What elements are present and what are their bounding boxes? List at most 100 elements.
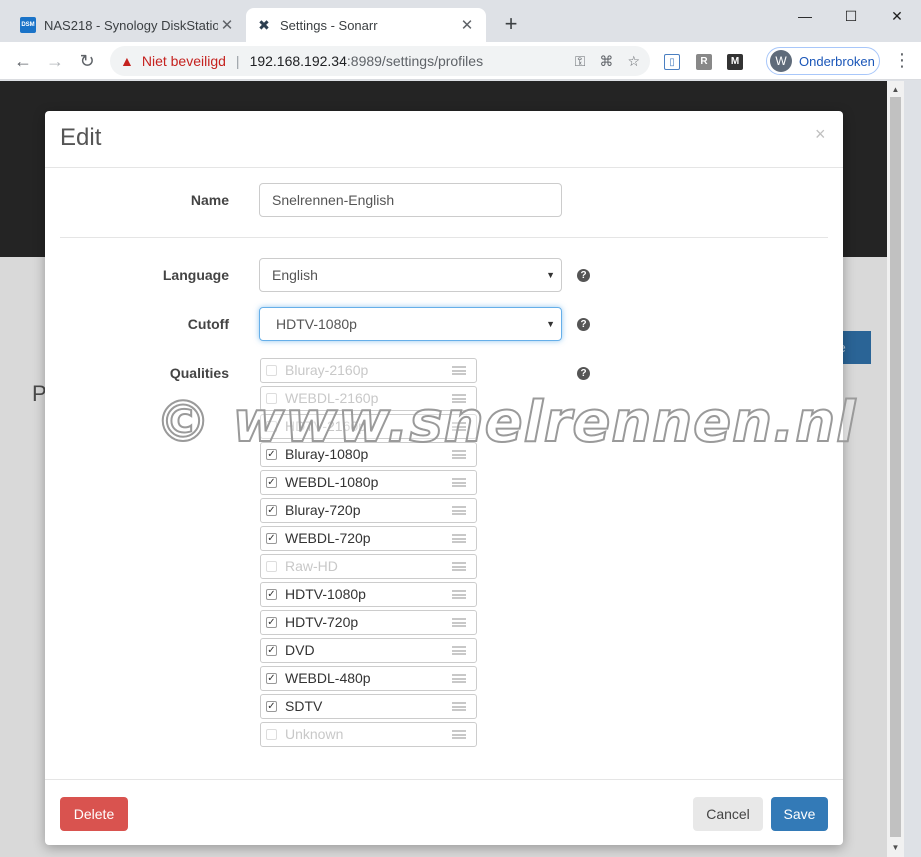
drag-handle-icon[interactable] — [452, 646, 466, 655]
drag-handle-icon[interactable] — [452, 674, 466, 683]
checkbox-checked-icon[interactable]: ✓ — [266, 477, 277, 488]
forward-icon[interactable]: → — [42, 48, 68, 74]
drag-handle-icon[interactable] — [452, 534, 466, 543]
drag-handle-icon[interactable] — [452, 590, 466, 599]
divider — [60, 237, 828, 238]
extension-icon[interactable]: ▯ — [664, 54, 680, 70]
window-close-button[interactable]: ✕ — [874, 4, 920, 28]
drag-handle-icon[interactable] — [452, 394, 466, 403]
drag-handle-icon[interactable] — [452, 366, 466, 375]
checkbox-icon[interactable] — [266, 729, 277, 740]
language-value: English — [272, 267, 318, 283]
profile-label: Onderbroken — [799, 53, 875, 69]
quality-label: HDTV-1080p — [285, 586, 366, 602]
checkbox-checked-icon[interactable]: ✓ — [266, 505, 277, 516]
quality-item[interactable]: ✓ Bluray-720p — [260, 498, 477, 523]
checkbox-checked-icon[interactable]: ✓ — [266, 589, 277, 600]
edit-profile-modal: Edit × Name Snelrennen-English Language … — [45, 111, 843, 845]
key-icon[interactable]: ⚿ — [575, 53, 586, 70]
quality-item[interactable]: Bluray-2160p — [260, 358, 477, 383]
close-icon[interactable]: ✕ — [458, 16, 476, 34]
quality-item[interactable]: ✓ WEBDL-1080p — [260, 470, 477, 495]
browser-titlebar: DSM NAS218 - Synology DiskStation ✕ ✖ Se… — [0, 0, 921, 42]
help-icon[interactable]: ? — [577, 269, 590, 282]
quality-item[interactable]: ✓ WEBDL-480p — [260, 666, 477, 691]
quality-item[interactable]: HDTV-2160p — [260, 414, 477, 439]
extension-r-icon[interactable]: R — [696, 54, 712, 70]
quality-item[interactable]: ✓ Bluray-1080p — [260, 442, 477, 467]
checkbox-icon[interactable] — [266, 561, 277, 572]
quality-item[interactable]: WEBDL-2160p — [260, 386, 477, 411]
checkbox-checked-icon[interactable]: ✓ — [266, 617, 277, 628]
sonarr-icon: ✖ — [258, 16, 270, 33]
cancel-button[interactable]: Cancel — [693, 797, 763, 831]
drag-handle-icon[interactable] — [452, 506, 466, 515]
menu-dots-icon[interactable]: ⋮ — [893, 50, 911, 70]
checkbox-checked-icon[interactable]: ✓ — [266, 645, 277, 656]
quality-label: SDTV — [285, 698, 323, 714]
maximize-button[interactable]: ☐ — [828, 4, 874, 28]
tab-title: Settings - Sonarr — [280, 17, 378, 33]
close-icon[interactable]: × — [815, 124, 826, 145]
checkbox-checked-icon[interactable]: ✓ — [266, 533, 277, 544]
help-icon[interactable]: ? — [577, 318, 590, 331]
tab-sonarr[interactable]: ✖ Settings - Sonarr ✕ — [246, 8, 486, 42]
profile-button[interactable]: W Onderbroken — [766, 47, 880, 75]
quality-item[interactable]: ✓ DVD — [260, 638, 477, 663]
checkbox-icon[interactable] — [266, 421, 277, 432]
language-select[interactable]: English ▼ — [259, 258, 562, 292]
save-button[interactable]: Save — [771, 797, 828, 831]
cutoff-value: HDTV-1080p — [276, 316, 357, 332]
browser-toolbar: ← → ↻ ▲ Niet beveiligd | 192.168.192.34:… — [0, 42, 921, 80]
minimize-button[interactable]: — — [782, 4, 828, 28]
modal-title: Edit — [60, 124, 102, 151]
help-icon[interactable]: ? — [577, 367, 590, 380]
drag-handle-icon[interactable] — [452, 562, 466, 571]
drag-handle-icon[interactable] — [452, 478, 466, 487]
synology-icon: DSM — [20, 17, 36, 33]
quality-item[interactable]: ✓ SDTV — [260, 694, 477, 719]
qualities-label: Qualities — [169, 365, 229, 381]
scrollbar[interactable]: ▲ ▼ — [887, 81, 904, 857]
checkbox-icon[interactable] — [266, 365, 277, 376]
drag-handle-icon[interactable] — [452, 618, 466, 627]
cutoff-label: Cutoff — [187, 316, 229, 332]
quality-label: Bluray-720p — [285, 502, 361, 518]
checkbox-checked-icon[interactable]: ✓ — [266, 701, 277, 712]
quality-item[interactable]: Raw-HD — [260, 554, 477, 579]
cutoff-select[interactable]: HDTV-1080p ▼ — [259, 307, 562, 341]
quality-label: Raw-HD — [285, 558, 338, 574]
scroll-up-icon[interactable]: ▲ — [887, 83, 904, 97]
address-bar[interactable]: ▲ Niet beveiligd | 192.168.192.34:8989/s… — [110, 46, 650, 76]
new-tab-button[interactable]: + — [498, 12, 524, 38]
scroll-down-icon[interactable]: ▼ — [887, 841, 904, 855]
quality-label: WEBDL-480p — [285, 670, 371, 686]
tab-synology[interactable]: DSM NAS218 - Synology DiskStation ✕ — [10, 8, 246, 42]
extension-m-icon[interactable]: M — [727, 54, 743, 70]
star-icon[interactable]: ☆ — [627, 53, 640, 70]
checkbox-checked-icon[interactable]: ✓ — [266, 449, 277, 460]
drag-handle-icon[interactable] — [452, 422, 466, 431]
name-input[interactable]: Snelrennen-English — [259, 183, 562, 217]
checkbox-checked-icon[interactable]: ✓ — [266, 673, 277, 684]
url-host: 192.168.192.34 — [249, 53, 347, 69]
drag-handle-icon[interactable] — [452, 702, 466, 711]
quality-item[interactable]: Unknown — [260, 722, 477, 747]
quality-label: Bluray-2160p — [285, 362, 369, 378]
quality-item[interactable]: ✓ HDTV-720p — [260, 610, 477, 635]
checkbox-icon[interactable] — [266, 393, 277, 404]
security-status[interactable]: Niet beveiligd — [142, 53, 226, 69]
reload-icon[interactable]: ↻ — [74, 48, 100, 74]
tab-title: NAS218 - Synology DiskStation — [44, 17, 218, 33]
quality-item[interactable]: ✓ WEBDL-720p — [260, 526, 477, 551]
drag-handle-icon[interactable] — [452, 450, 466, 459]
scroll-thumb[interactable] — [890, 97, 901, 837]
chevron-down-icon: ▼ — [546, 319, 555, 329]
translate-icon[interactable]: ⌘ — [599, 53, 613, 70]
close-icon[interactable]: ✕ — [218, 16, 236, 34]
qualities-list: Bluray-2160p WEBDL-2160p HDTV-2160p ✓ Bluray… — [260, 358, 477, 750]
drag-handle-icon[interactable] — [452, 730, 466, 739]
delete-button[interactable]: Delete — [60, 797, 128, 831]
quality-item[interactable]: ✓ HDTV-1080p — [260, 582, 477, 607]
back-icon[interactable]: ← — [10, 48, 36, 74]
